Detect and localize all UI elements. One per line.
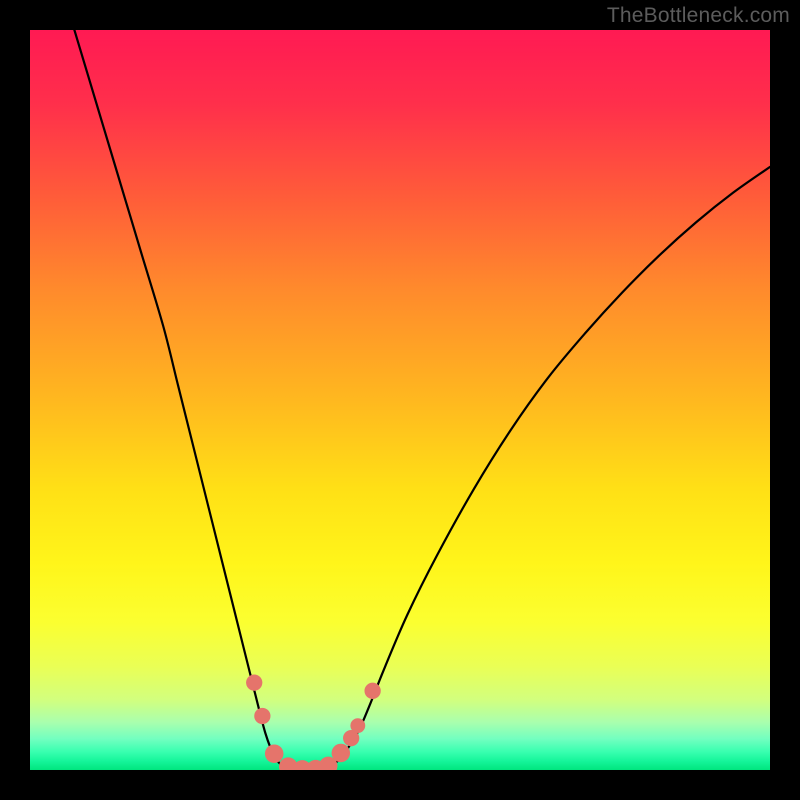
- watermark-text: TheBottleneck.com: [607, 4, 790, 28]
- outer-frame: TheBottleneck.com: [0, 0, 800, 800]
- plot-area: [30, 30, 770, 770]
- chart-svg: [30, 30, 770, 770]
- data-marker: [265, 744, 284, 763]
- data-marker: [246, 675, 262, 691]
- data-marker: [350, 718, 365, 733]
- data-marker: [254, 708, 270, 724]
- gradient-background: [30, 30, 770, 770]
- data-marker: [364, 683, 380, 699]
- data-marker: [332, 744, 351, 763]
